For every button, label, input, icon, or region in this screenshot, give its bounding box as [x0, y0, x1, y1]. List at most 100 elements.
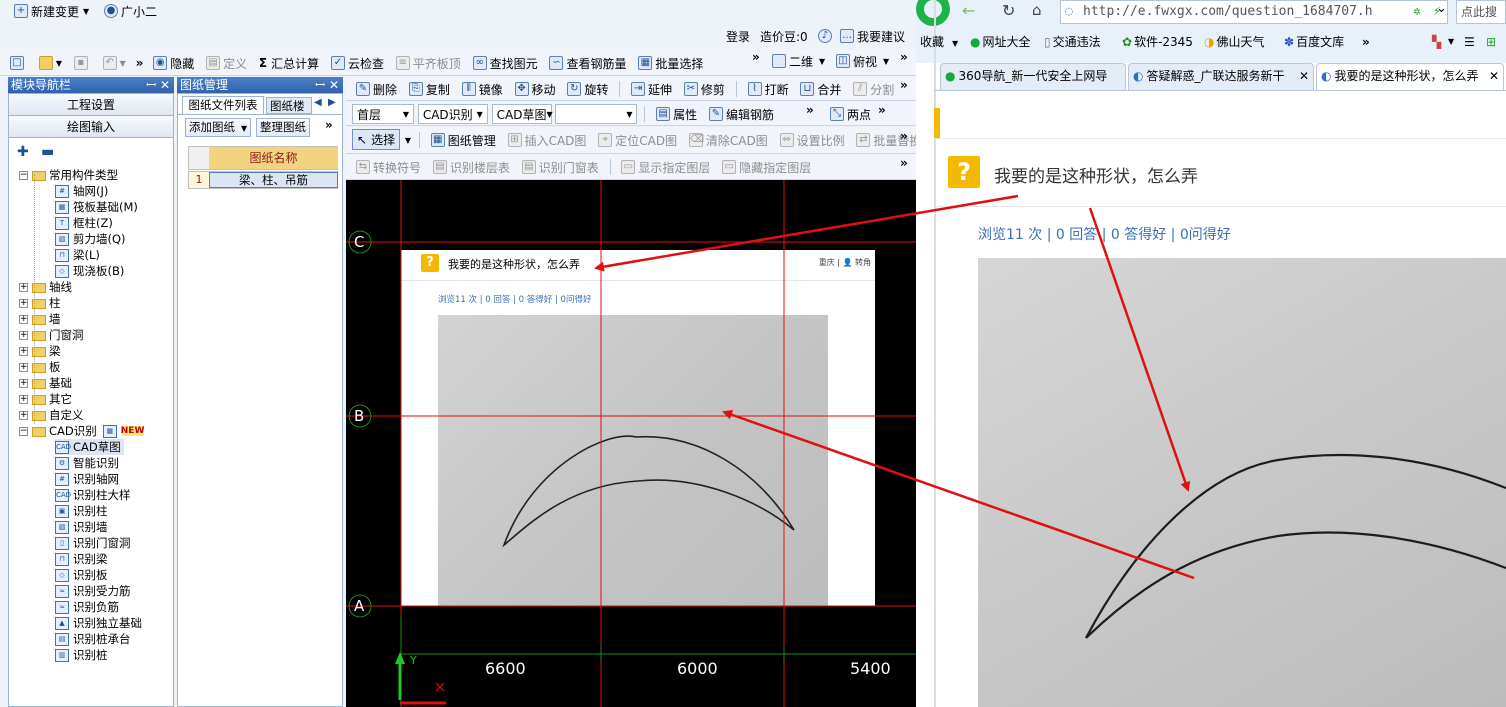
- suggest-button[interactable]: … 我要建议: [836, 25, 909, 47]
- copy-button[interactable]: ⎘ 复制: [405, 78, 454, 100]
- tree-item-cad[interactable]: ▯ 识别门窗洞: [55, 535, 131, 551]
- tree-item-cad[interactable]: CAD 识别柱大样: [55, 487, 131, 503]
- extend-button[interactable]: ⇥ 延伸: [627, 78, 676, 100]
- expand-icon[interactable]: +: [19, 379, 28, 388]
- tree-item-cad[interactable]: # 识别轴网: [55, 471, 119, 487]
- address-bar[interactable]: ◌ http://e.fwxgx.com/question_1684707.h …: [1060, 0, 1448, 24]
- convert-symbol-button[interactable]: ⇆ 转换符号: [352, 156, 425, 178]
- collapse-all-icon[interactable]: ▬: [41, 144, 54, 160]
- break-button[interactable]: ⌇ 打断: [744, 78, 793, 100]
- tree-item-axis-grid[interactable]: # 轴网(J): [55, 183, 108, 199]
- close-icon[interactable]: ✕: [1488, 64, 1499, 89]
- clear-cad-button[interactable]: ⌫ 清除CAD图: [685, 129, 772, 151]
- expand-icon[interactable]: +: [19, 331, 28, 340]
- tree-item-cad[interactable]: ≈ 识别受力筋: [55, 583, 131, 599]
- overflow-chevron[interactable]: »: [134, 52, 146, 74]
- tree-group[interactable]: + 其它: [19, 391, 72, 407]
- chevron-down-icon[interactable]: ▼: [1448, 32, 1454, 52]
- tree-item-cad[interactable]: ⊓ 识别梁: [55, 551, 108, 567]
- browser-tab-active[interactable]: ◐ 我要的是这种形状，怎么弄 ✕: [1316, 63, 1504, 90]
- favorite-link[interactable]: ✿ 软件-2345: [1122, 32, 1193, 52]
- tree-group[interactable]: + 梁: [19, 343, 61, 359]
- rotate-button[interactable]: ↻ 旋转: [563, 78, 612, 100]
- expand-icon[interactable]: +: [19, 411, 28, 420]
- favorite-link[interactable]: ▯ 交通违法: [1044, 32, 1101, 52]
- expand-icon[interactable]: +: [19, 315, 28, 324]
- tree-item-cad[interactable]: ≈ 识别负筋: [55, 599, 119, 615]
- merge-button[interactable]: ⊔ 合并: [796, 78, 845, 100]
- define-button[interactable]: ▤ 定义: [202, 52, 251, 74]
- tree-item-shear-wall[interactable]: ▧ 剪力墙(Q): [55, 231, 126, 247]
- address-dropdown-icon[interactable]: ⌄: [1436, 1, 1447, 16]
- move-button[interactable]: ✥ 移动: [511, 78, 560, 100]
- tree-item-cad[interactable]: ▥ 识别桩: [55, 647, 108, 663]
- select-button[interactable]: ↖ 选择: [352, 129, 401, 150]
- recog-floor-table-button[interactable]: ▤ 识别楼层表: [429, 156, 514, 178]
- collapse-icon[interactable]: −: [19, 427, 28, 436]
- drawing-mgmt-button[interactable]: ▦ 图纸管理: [427, 129, 500, 151]
- expand-icon[interactable]: +: [19, 299, 28, 308]
- set-scale-button[interactable]: ⇔ 设置比例: [776, 129, 849, 151]
- menu-icon[interactable]: ☰: [1464, 32, 1475, 52]
- tree-item-frame-column[interactable]: T 框柱(Z): [55, 215, 113, 231]
- browser-tab[interactable]: ◐ 答疑解惑_广联达服务新干 ✕: [1128, 63, 1314, 90]
- tab-drawing-file-list[interactable]: 图纸文件列表: [182, 96, 264, 114]
- overflow-chevron[interactable]: »: [900, 129, 908, 143]
- open-file-button[interactable]: ▼: [35, 52, 66, 74]
- apps-icon[interactable]: ▚: [1432, 32, 1441, 52]
- tree-item-cad[interactable]: ▤ 识别桩承台: [55, 631, 131, 647]
- tab-scroll-right-icon[interactable]: ▶: [328, 97, 336, 108]
- property-button[interactable]: ▤ 属性: [652, 103, 701, 125]
- view-mode-dropdown[interactable]: 二维 ▼: [768, 50, 829, 72]
- tree-cad-group[interactable]: − CAD识别 ▦ NEW: [19, 423, 145, 439]
- overflow-chevron[interactable]: »: [878, 103, 886, 117]
- favorite-link[interactable]: ◑ 佛山天气: [1204, 32, 1265, 52]
- home-icon[interactable]: ⌂: [1032, 1, 1042, 19]
- add-drawing-button[interactable]: 添加图纸 ▼: [185, 118, 252, 137]
- tree-group[interactable]: + 基础: [19, 375, 72, 391]
- refresh-icon[interactable]: ↻: [1002, 1, 1015, 20]
- overflow-chevron[interactable]: »: [900, 156, 908, 170]
- expand-icon[interactable]: +: [19, 363, 28, 372]
- edit-rebar-button[interactable]: ✎ 编辑钢筋: [705, 103, 778, 125]
- overflow-chevron[interactable]: »: [900, 78, 908, 92]
- expand-icon[interactable]: +: [19, 283, 28, 292]
- undo-button[interactable]: ↶ ▼: [99, 52, 130, 74]
- locate-cad-button[interactable]: ⌖ 定位CAD图: [594, 129, 681, 151]
- tab-drawing-floors[interactable]: 图纸楼: [266, 97, 312, 114]
- split-button[interactable]: ⫽ 分割: [849, 78, 898, 100]
- insert-cad-button[interactable]: ⊞ 插入CAD图: [504, 129, 591, 151]
- tree-item-cad-sketch[interactable]: CAD CAD草图: [55, 439, 124, 455]
- expand-icon[interactable]: +: [19, 347, 28, 356]
- tree-item-cad[interactable]: ◇ 识别板: [55, 567, 108, 583]
- view-rebar-button[interactable]: ∽ 查看钢筋量: [545, 52, 630, 74]
- overflow-chevron[interactable]: »: [752, 50, 760, 64]
- favorite-link[interactable]: ● 网址大全: [970, 32, 1031, 52]
- tree-item-beam[interactable]: ⊓ 梁(L): [55, 247, 100, 263]
- close-icon[interactable]: ✕: [1298, 64, 1309, 89]
- mirror-button[interactable]: ⫴ 镜像: [458, 78, 507, 100]
- project-settings-button[interactable]: 工程设置: [9, 94, 173, 116]
- expand-all-icon[interactable]: ✚: [17, 144, 29, 160]
- favorites-menu[interactable]: 收藏 ▼: [920, 32, 958, 52]
- tree-group[interactable]: + 柱: [19, 295, 61, 311]
- drawing-canvas[interactable]: ? 我要的是这种形状，怎么弄 重庆 | 👤 转角 浏览11 次 | 0 回答 |…: [346, 180, 916, 707]
- back-icon[interactable]: ←: [962, 1, 975, 20]
- overflow-chevron[interactable]: »: [1362, 32, 1370, 52]
- tree-item-cad[interactable]: ▧ 识别墙: [55, 519, 108, 535]
- user-menu[interactable]: ● 广小二: [100, 0, 161, 22]
- overflow-chevron[interactable]: »: [325, 118, 333, 132]
- new-file-button[interactable]: □: [0, 52, 31, 74]
- login-link[interactable]: 登录: [722, 25, 754, 47]
- new-change-button[interactable]: + 新建变更 ▼: [10, 0, 93, 22]
- two-point-button[interactable]: ⤡ 两点: [826, 103, 875, 125]
- question-stats[interactable]: 浏览11 次 | 0 回答 | 0 答得好 | 0问得好: [978, 224, 1231, 244]
- hide-button[interactable]: ◉ 隐藏: [149, 52, 198, 74]
- cloud-check-button[interactable]: ✓ 云检查: [327, 52, 388, 74]
- tree-item-raft-foundation[interactable]: ▦ 筏板基础(M): [55, 199, 138, 215]
- tree-group[interactable]: + 轴线: [19, 279, 72, 295]
- trim-button[interactable]: ✂ 修剪: [680, 78, 729, 100]
- module-select[interactable]: CAD识别 ▼: [417, 104, 488, 124]
- tree-group[interactable]: + 墙: [19, 311, 61, 327]
- pin-icon[interactable]: ꟷ: [146, 77, 156, 93]
